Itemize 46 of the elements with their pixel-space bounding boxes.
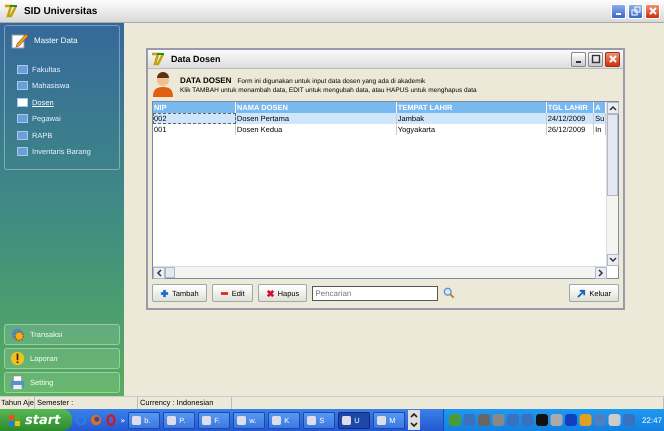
- exclamation-icon: [10, 351, 25, 366]
- arrow-icon: [577, 288, 586, 298]
- printer-icon: [10, 375, 25, 390]
- scroll-left-button[interactable]: [153, 267, 165, 279]
- person-icon: [152, 72, 174, 98]
- plus-icon: [160, 288, 169, 298]
- list-icon: [17, 130, 28, 140]
- minimize-button[interactable]: [571, 52, 586, 66]
- up-down-arrows-icon: [409, 410, 420, 430]
- close-button[interactable]: [605, 52, 620, 66]
- search-icon[interactable]: [443, 287, 456, 299]
- list-icon: [17, 147, 28, 156]
- maximize-icon: [590, 54, 600, 64]
- app-logo-icon: [151, 52, 165, 66]
- form-heading: DATA DOSEN: [180, 76, 232, 85]
- window-title: SID Universitas: [24, 6, 98, 16]
- restore-icon: [630, 6, 640, 16]
- list-icon: [17, 81, 28, 90]
- scroll-thumb[interactable]: [165, 267, 175, 278]
- section-title: Master Data: [34, 36, 78, 44]
- start-button[interactable]: start: [0, 409, 72, 431]
- scroll-thumb[interactable]: [607, 114, 618, 196]
- gear-icon: [10, 327, 25, 342]
- close-icon: [608, 54, 618, 64]
- horizontal-scrollbar[interactable]: [153, 266, 607, 278]
- list-icon: [17, 98, 28, 107]
- minimize-icon: [616, 12, 621, 14]
- list-icon: [17, 114, 28, 124]
- minimize-icon: [576, 60, 581, 62]
- vertical-scrollbar[interactable]: [606, 102, 618, 266]
- windows-flag-icon: [8, 414, 21, 426]
- quick-launch-more[interactable]: »: [120, 416, 126, 424]
- maximize-button[interactable]: [588, 52, 603, 66]
- pencil-icon: [11, 31, 29, 49]
- dialog-title: Data Dosen: [171, 54, 221, 64]
- cross-icon: [266, 288, 275, 298]
- restore-button[interactable]: [628, 4, 643, 18]
- search-field[interactable]: Pencarian: [312, 286, 438, 300]
- scroll-right-button[interactable]: [595, 267, 607, 279]
- scroll-up-button[interactable]: [607, 102, 619, 114]
- taskbar-scroll-button[interactable]: [408, 410, 420, 430]
- list-icon: [17, 64, 28, 74]
- clock: 22:47: [642, 416, 662, 424]
- close-icon: [648, 6, 658, 16]
- app-logo-icon: [4, 4, 18, 18]
- scroll-down-button[interactable]: [607, 254, 619, 266]
